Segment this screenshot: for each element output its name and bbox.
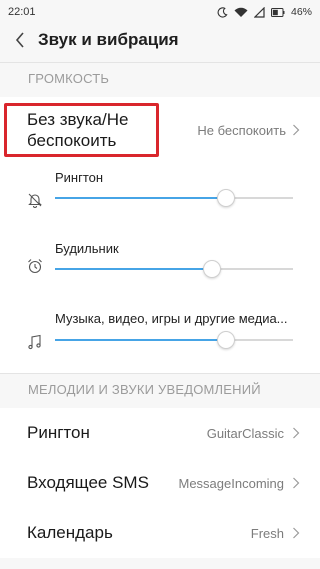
ringtone-sound-row[interactable]: Рингтон GuitarClassic — [0, 408, 320, 458]
ringtone-volume-slider[interactable] — [55, 189, 293, 207]
do-not-disturb-value: Не беспокоить — [197, 122, 286, 138]
sms-sound-row[interactable]: Входящее SMS MessageIncoming — [0, 458, 320, 508]
chevron-right-icon — [292, 427, 300, 439]
sms-sound-right: MessageIncoming — [179, 476, 301, 491]
sms-sound-title: Входящее SMS — [27, 473, 149, 492]
chevron-left-icon[interactable] — [10, 30, 30, 50]
media-volume-slider[interactable] — [55, 331, 293, 349]
sounds-settings-block: Рингтон GuitarClassic Входящее SMS Messa… — [0, 408, 320, 558]
moon-icon — [217, 6, 228, 18]
slider-fill — [55, 268, 212, 270]
slider-fill — [55, 339, 226, 341]
slider-thumb[interactable] — [217, 189, 235, 207]
ringtone-volume-label: Рингтон — [55, 170, 104, 185]
calendar-sound-value: Fresh — [250, 525, 284, 541]
chevron-right-icon — [292, 477, 300, 489]
alarm-volume-row: Будильник — [0, 233, 320, 303]
sms-sound-value: MessageIncoming — [178, 475, 285, 491]
volume-section-header: ГРОМКОСТЬ — [28, 71, 110, 86]
status-bar: 22:01 46% — [0, 0, 320, 24]
chevron-right-icon — [292, 527, 300, 539]
do-not-disturb-value-wrap: Не беспокоить — [197, 123, 300, 138]
do-not-disturb-title: Без звука/Не беспокоить — [27, 110, 129, 150]
slider-thumb[interactable] — [203, 260, 221, 278]
wifi-icon — [234, 7, 248, 18]
sim-icon — [253, 6, 265, 18]
status-icons: 46% — [217, 6, 312, 18]
alarm-clock-icon — [26, 257, 44, 275]
ringtone-sound-right: GuitarClassic — [207, 426, 300, 441]
status-time: 22:01 — [8, 6, 36, 18]
chevron-right-icon — [292, 124, 300, 136]
slider-fill — [55, 197, 226, 199]
media-volume-label: Музыка, видео, игры и другие медиа... — [55, 311, 288, 326]
battery-percent: 46% — [290, 6, 312, 18]
alarm-volume-label: Будильник — [55, 241, 119, 256]
calendar-sound-row[interactable]: Календарь Fresh — [0, 508, 320, 558]
volume-settings-block: Без звука/Не беспокоить Не беспокоить Ри… — [0, 97, 320, 373]
battery-icon — [270, 7, 285, 17]
bell-muted-icon — [26, 191, 44, 209]
calendar-sound-title: Календарь — [27, 523, 113, 542]
media-volume-row: Музыка, видео, игры и другие медиа... — [0, 303, 320, 373]
slider-thumb[interactable] — [217, 331, 235, 349]
app-header: Звук и вибрация — [0, 24, 320, 56]
ringtone-sound-value: GuitarClassic — [206, 425, 284, 441]
do-not-disturb-row[interactable]: Без звука/Не беспокоить Не беспокоить — [0, 97, 320, 163]
ringtone-sound-title: Рингтон — [27, 423, 90, 442]
alarm-volume-slider[interactable] — [55, 260, 293, 278]
calendar-sound-right: Fresh — [251, 526, 300, 541]
page-title: Звук и вибрация — [38, 30, 179, 49]
music-note-icon — [26, 333, 44, 351]
sounds-section-header: МЕЛОДИИ И ЗВУКИ УВЕДОМЛЕНИЙ — [28, 382, 261, 397]
ringtone-volume-row: Рингтон — [0, 163, 320, 233]
